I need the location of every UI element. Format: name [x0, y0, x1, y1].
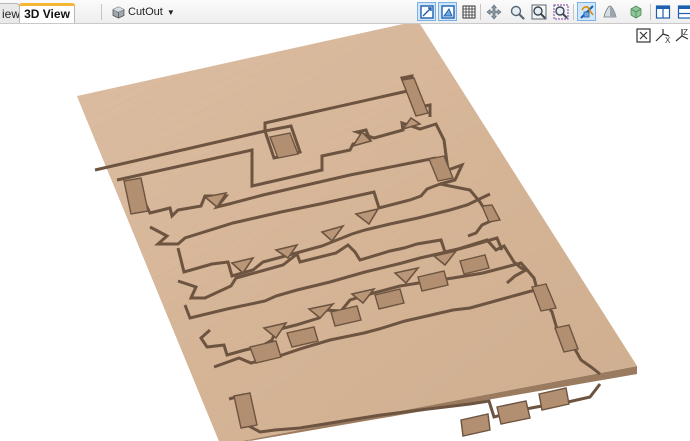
zoom-extents-button[interactable] — [529, 2, 548, 21]
cube-icon — [112, 6, 125, 18]
render-material-button[interactable] — [626, 2, 645, 21]
toolpath-preview-button[interactable] — [577, 2, 596, 21]
grid-button[interactable] — [459, 2, 478, 21]
2d-view-icon — [420, 5, 434, 19]
pan-button[interactable] — [484, 2, 503, 21]
view-z-button[interactable]: Z — [673, 27, 690, 44]
shading-icon — [602, 5, 617, 17]
pan-icon — [486, 4, 501, 19]
split-vertical-button[interactable] — [675, 2, 690, 21]
toolpath-preview-icon — [580, 5, 594, 19]
toolbar-divider — [573, 4, 574, 20]
split-vertical-icon — [677, 4, 690, 19]
view-3d-button[interactable] — [438, 2, 457, 21]
tab-label: iew — [2, 7, 20, 21]
toolbar-divider — [480, 4, 481, 20]
view-x-button[interactable]: X — [654, 27, 671, 45]
3d-view-icon — [441, 5, 455, 19]
3d-viewport[interactable]: X Z — [0, 24, 690, 441]
zoom-extents-icon — [531, 4, 546, 19]
svg-text:Z: Z — [683, 28, 688, 37]
shading-button[interactable] — [600, 2, 619, 21]
tab-label: 3D View — [24, 7, 70, 21]
toolbar-divider — [650, 4, 651, 20]
split-horizontal-icon — [655, 4, 670, 19]
view-toolbar: iew 3D View CutOut ▼ — [0, 0, 690, 24]
zoom-button[interactable] — [507, 2, 526, 21]
zoom-box-icon — [553, 4, 568, 19]
grid-icon — [462, 5, 475, 18]
split-horizontal-button[interactable] — [653, 2, 672, 21]
view-z-icon: Z — [675, 28, 689, 42]
view-iso-button[interactable] — [635, 27, 652, 44]
3d-scene[interactable] — [0, 24, 690, 441]
material-label: CutOut — [128, 6, 163, 18]
tab-3d-view[interactable]: 3D View — [19, 3, 75, 23]
view-2d-button[interactable] — [417, 2, 436, 21]
svg-text:X: X — [665, 36, 671, 44]
toolbar-divider — [101, 4, 102, 20]
render-material-icon — [630, 5, 641, 18]
chevron-down-icon: ▼ — [166, 7, 175, 17]
zoom-box-button[interactable] — [551, 2, 570, 21]
tab-2d-view[interactable]: iew — [0, 3, 20, 23]
slot-pocket — [460, 413, 491, 437]
material-dropdown[interactable]: CutOut ▼ — [112, 3, 175, 21]
view-iso-icon — [636, 28, 651, 43]
view-x-icon: X — [655, 29, 671, 45]
slot-pocket — [538, 387, 570, 411]
zoom-icon — [510, 5, 525, 20]
slot-pocket — [496, 400, 531, 425]
